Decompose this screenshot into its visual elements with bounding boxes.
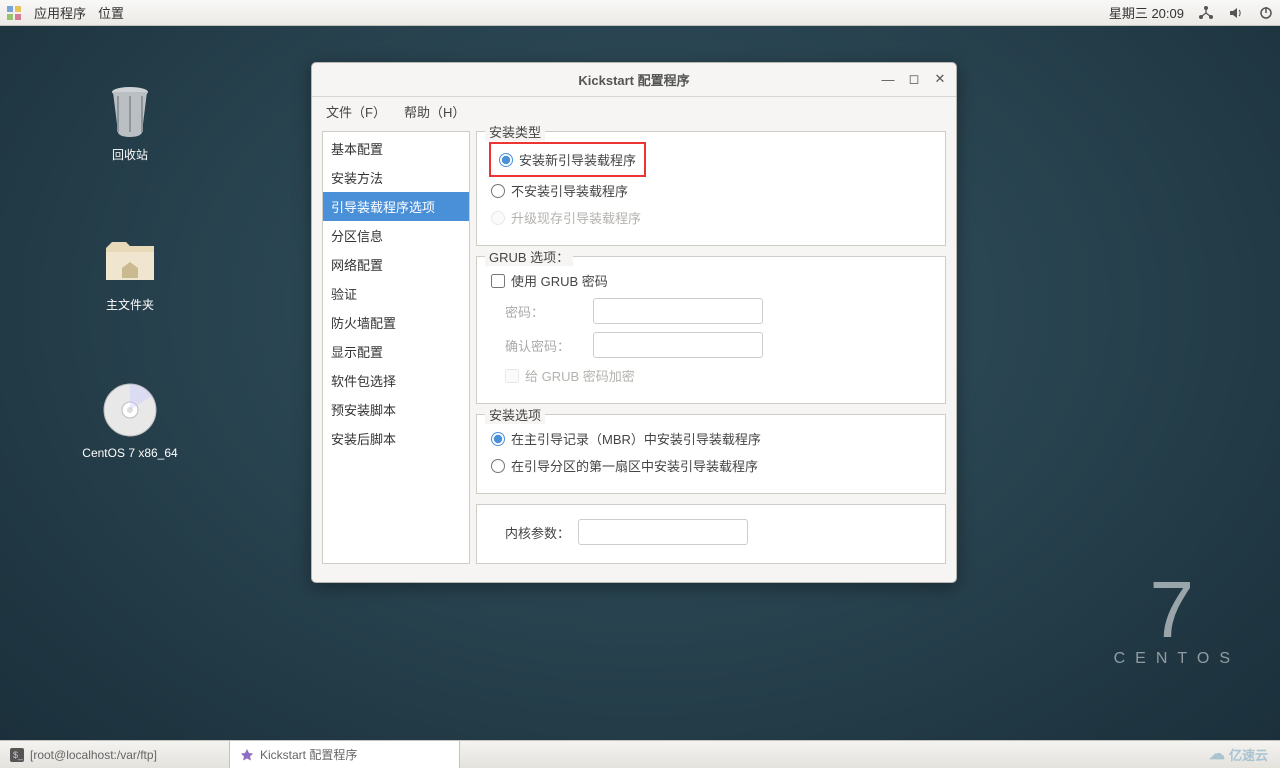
- radio-install-none-input[interactable]: [491, 184, 505, 198]
- radio-install-none[interactable]: 不安装引导装载程序: [489, 177, 933, 204]
- input-password: [593, 298, 763, 324]
- label-kernel-params: 内核参数：: [505, 523, 570, 542]
- radio-install-new[interactable]: 安装新引导装载程序: [497, 146, 638, 173]
- sidebar-item-auth[interactable]: 验证: [323, 279, 469, 308]
- window-maximize-button[interactable]: ◻: [904, 69, 924, 89]
- input-password-confirm: [593, 332, 763, 358]
- volume-icon[interactable]: [1228, 5, 1244, 21]
- checkbox-encrypt-grub: 给 GRUB 密码加密: [489, 362, 933, 389]
- sidebar-item-install-method[interactable]: 安装方法: [323, 163, 469, 192]
- apps-menu-icon[interactable]: [6, 5, 22, 21]
- desktop-icon-cd[interactable]: CentOS 7 x86_64: [70, 380, 190, 460]
- group-title: 安装类型: [485, 122, 545, 141]
- group-install-options: 安装选项 在主引导记录（MBR）中安装引导装载程序 在引导分区的第一扇区中安装引…: [476, 414, 946, 494]
- radio-install-first-sector[interactable]: 在引导分区的第一扇区中安装引导装载程序: [489, 452, 933, 479]
- row-password: 密码：: [489, 294, 933, 328]
- sidebar-item-network[interactable]: 网络配置: [323, 250, 469, 279]
- terminal-icon: $_: [10, 748, 24, 762]
- network-icon[interactable]: [1198, 5, 1214, 21]
- taskbar: $_ [root@localhost:/var/ftp] Kickstart 配…: [0, 740, 1280, 768]
- radio-install-mbr[interactable]: 在主引导记录（MBR）中安装引导装载程序: [489, 425, 933, 452]
- taskbar-item-kickstart[interactable]: Kickstart 配置程序: [230, 741, 460, 768]
- label-password-confirm: 确认密码：: [505, 336, 585, 355]
- checkbox-use-grub-password[interactable]: 使用 GRUB 密码: [489, 267, 933, 294]
- places-menu[interactable]: 位置: [98, 3, 124, 22]
- svg-text:$_: $_: [13, 750, 24, 760]
- taskbar-item-terminal[interactable]: $_ [root@localhost:/var/ftp]: [0, 741, 230, 768]
- window-title: Kickstart 配置程序: [578, 70, 689, 89]
- kickstart-icon: [240, 748, 254, 762]
- sidebar-item-partition[interactable]: 分区信息: [323, 221, 469, 250]
- apps-menu[interactable]: 应用程序: [34, 3, 86, 22]
- sidebar-item-basic[interactable]: 基本配置: [323, 134, 469, 163]
- cloud-icon: ☁: [1209, 744, 1225, 764]
- menubar: 文件（F） 帮助（H）: [312, 97, 956, 125]
- group-grub-options: GRUB 选项： 使用 GRUB 密码 密码： 确认密码： 给 GRUB 密码加…: [476, 256, 946, 404]
- row-password-confirm: 确认密码：: [489, 328, 933, 362]
- sidebar-item-bootloader[interactable]: 引导装载程序选项: [323, 192, 469, 221]
- checkbox-use-grub-password-input[interactable]: [491, 274, 505, 288]
- sidebar-item-display[interactable]: 显示配置: [323, 337, 469, 366]
- desktop-icon-label: 回收站: [80, 146, 180, 163]
- desktop-icon-trash[interactable]: 回收站: [80, 80, 180, 163]
- radio-install-first-sector-input[interactable]: [491, 459, 505, 473]
- clock[interactable]: 星期三 20:09: [1109, 3, 1184, 22]
- sidebar-item-prescript[interactable]: 预安装脚本: [323, 395, 469, 424]
- provider-watermark: ☁ 亿速云: [1209, 744, 1268, 764]
- window-titlebar[interactable]: Kickstart 配置程序 — ◻ ✕: [312, 63, 956, 97]
- radio-install-upgrade: 升级现存引导装载程序: [489, 204, 933, 231]
- label-password: 密码：: [505, 302, 585, 321]
- sidebar-item-postscript[interactable]: 安装后脚本: [323, 424, 469, 453]
- desktop-icon-home[interactable]: 主文件夹: [80, 230, 180, 313]
- menu-file[interactable]: 文件（F）: [326, 102, 386, 121]
- group-kernel-params: 内核参数：: [476, 504, 946, 564]
- radio-install-mbr-input[interactable]: [491, 432, 505, 446]
- menu-help[interactable]: 帮助（H）: [404, 102, 465, 121]
- power-icon[interactable]: [1258, 5, 1274, 21]
- radio-install-new-input[interactable]: [499, 153, 513, 167]
- folder-icon: [100, 230, 160, 290]
- trash-icon: [100, 80, 160, 140]
- sidebar-item-packages[interactable]: 软件包选择: [323, 366, 469, 395]
- centos-watermark: 7 CENTOS: [1114, 570, 1240, 668]
- content-pane: 安装类型 安装新引导装载程序 不安装引导装载程序 升级现存引导装载程序: [476, 131, 946, 564]
- window-close-button[interactable]: ✕: [930, 69, 950, 89]
- sidebar-item-firewall[interactable]: 防火墙配置: [323, 308, 469, 337]
- window-minimize-button[interactable]: —: [878, 69, 898, 89]
- checkbox-encrypt-grub-input: [505, 369, 519, 383]
- desktop-icon-label: 主文件夹: [80, 296, 180, 313]
- sidebar: 基本配置 安装方法 引导装载程序选项 分区信息 网络配置 验证 防火墙配置 显示…: [322, 131, 470, 564]
- top-panel: 应用程序 位置 星期三 20:09: [0, 0, 1280, 26]
- group-title: GRUB 选项：: [485, 247, 573, 266]
- highlight-box: 安装新引导装载程序: [489, 142, 646, 177]
- kickstart-window: Kickstart 配置程序 — ◻ ✕ 文件（F） 帮助（H） 基本配置 安装…: [311, 62, 957, 583]
- desktop-icon-label: CentOS 7 x86_64: [70, 446, 190, 460]
- radio-install-upgrade-input: [491, 211, 505, 225]
- input-kernel-params[interactable]: [578, 519, 748, 545]
- group-install-type: 安装类型 安装新引导装载程序 不安装引导装载程序 升级现存引导装载程序: [476, 131, 946, 246]
- group-title: 安装选项: [485, 405, 545, 424]
- cd-icon: [100, 380, 160, 440]
- row-kernel-params: 内核参数：: [489, 515, 933, 549]
